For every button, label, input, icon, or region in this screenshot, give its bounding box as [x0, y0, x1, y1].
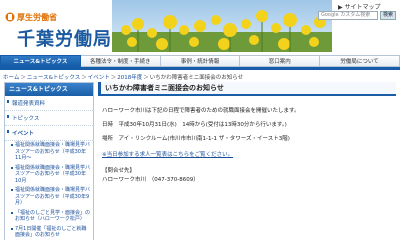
sidebar-subitem-label: 「福祉のしごと見学・面接会」のお知らせ（ハローワーク松戸）: [15, 209, 91, 223]
nav-tab-laws[interactable]: 各種法令・制度・手続き: [80, 55, 161, 67]
nav-divider: [0, 67, 400, 70]
breadcrumb-home[interactable]: ホーム: [3, 75, 19, 81]
sidebar-subitem[interactable]: 福祉関係就職面接会・職場見学バスツアーのお知らせ（平成30年11月～: [5, 141, 93, 164]
sidebar-item-topics[interactable]: トピックス: [5, 111, 93, 126]
breadcrumb: ホーム＞ニュース&トピックス＞イベント＞2018年度＞いちかわ障害者ミニ面接会の…: [3, 73, 243, 81]
sidebar-subitem[interactable]: 「福祉のしごと見学・面接会」のお知らせ（ハローワーク松戸）: [5, 209, 93, 225]
bullet-icon: [11, 189, 13, 191]
bullet-icon: [7, 100, 9, 103]
bullet-icon: [7, 130, 9, 133]
global-nav: ニュース&トピックス 各種法令・制度・手続き 事例・統計情報 窓口案内 労働局に…: [0, 55, 400, 67]
breadcrumb-news[interactable]: ニュース&トピックス: [27, 75, 80, 81]
sidebar-subitem-label: 福祉関係就職面接会・職場見学バスツアーのお知らせ（平成30年9月）: [15, 187, 91, 206]
sidebar-title: ニュース&トピックス: [5, 83, 93, 96]
sidebar-subitem-label: 福祉関係就職面接会・職場見学バスツアーのお知らせ（平成30年10月: [15, 164, 91, 184]
contact-label: 【問合せ先】: [102, 168, 136, 174]
job-list-link[interactable]: ※当日参加する求人一覧表はこちらをご覧ください。: [102, 150, 233, 158]
bullet-icon: [7, 115, 9, 118]
nav-tab-statistics[interactable]: 事例・統計情報: [160, 55, 241, 67]
sidebar-subitem[interactable]: 福祉関係就職面接会・職場見学バスツアーのお知らせ（平成30年10月: [5, 164, 93, 187]
breadcrumb-separator: ＞: [81, 75, 87, 81]
nav-tab-contact[interactable]: 窓口案内: [240, 55, 321, 67]
sidebar-subitem-label: 福祉関係就職面接会・職場見学バスツアーのお知らせ（平成30年11月～: [15, 142, 91, 161]
bullet-icon: [11, 166, 13, 169]
sidebar-item-label: トピックス: [12, 116, 40, 122]
main-content: いちかわ障害者ミニ面接会のお知らせ ハローワーク市川は下記の日程で障害者のための…: [98, 82, 396, 240]
place-text: 場所 アイ・リンクルーム(市川市市川南1-1-1 ザ・タワーズ・イースト3階): [102, 136, 290, 142]
contact-value: ハローワーク市川 （047-370-8609）: [102, 177, 199, 183]
intro-text: ハローワーク市川は下記の日程で障害者のための就職面接会を開催いたします。: [102, 108, 300, 114]
breadcrumb-current: いちかわ障害者ミニ面接会のお知らせ: [149, 75, 244, 81]
breadcrumb-event[interactable]: イベント: [88, 75, 110, 81]
nav-tab-news[interactable]: ニュース&トピックス: [0, 55, 81, 67]
sidebar-subitem[interactable]: 福祉関係就職面接会・職場見学バスツアーのお知らせ（平成30年9月）: [5, 186, 93, 209]
search-input[interactable]: Google カスタム検索: [318, 11, 378, 20]
breadcrumb-separator: ＞: [20, 75, 26, 81]
search-button[interactable]: 検索: [380, 11, 396, 20]
nav-tab-about[interactable]: 労働局について: [320, 55, 400, 67]
breadcrumb-separator: ＞: [143, 75, 149, 81]
ministry-name: 厚生労働省: [17, 13, 57, 22]
ministry-logo-icon: [5, 12, 15, 22]
bullet-icon: [11, 144, 13, 146]
sidebar-item-label: 報道発表資料: [12, 101, 46, 107]
breadcrumb-separator: ＞: [110, 75, 117, 81]
site-logo-title[interactable]: 千葉労働局: [17, 25, 112, 51]
page-title: いちかわ障害者ミニ面接会のお知らせ: [98, 82, 396, 96]
bullet-icon: [11, 211, 13, 214]
breadcrumb-year[interactable]: 2018年度: [117, 75, 142, 81]
sidebar-subitem-label: 7月1日開催「福祉のしごと就職面接会」のお知らせ: [15, 225, 87, 239]
bullet-icon: [11, 227, 13, 230]
sidebar-subitem[interactable]: 7月1日開催「福祉のしごと就職面接会」のお知らせ: [5, 225, 93, 240]
sitemap-link[interactable]: ▶ サイトマップ: [338, 2, 381, 11]
site-header: 厚生労働省 千葉労働局 ▶ サイトマップ Google カスタム検索 検索: [0, 0, 400, 52]
date-text: 日時 平成30年10月31日(水) 14時から(受付は13時30分から行います。…: [102, 122, 287, 128]
sidebar: ニュース&トピックス 報道発表資料 トピックス イベント 福祉関係就職面接会・職…: [4, 82, 94, 240]
header-banner-image: [112, 0, 332, 52]
sidebar-item-label: イベント: [12, 131, 35, 137]
sidebar-item-press[interactable]: 報道発表資料: [5, 96, 93, 111]
sidebar-item-event[interactable]: イベント: [5, 126, 93, 141]
